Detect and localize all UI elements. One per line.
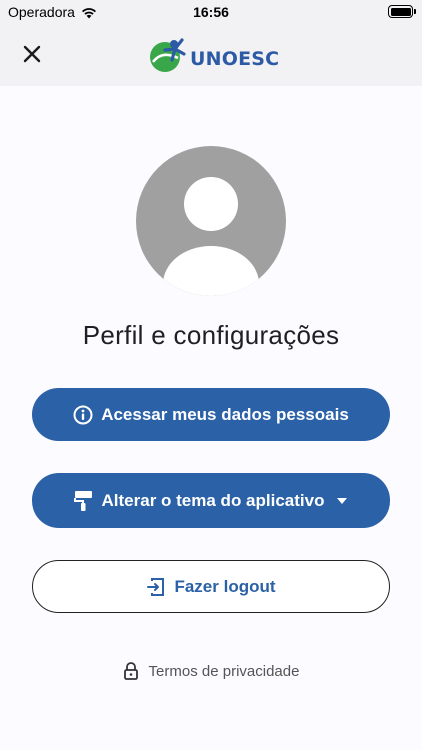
status-bar: Operadora 16:56 [0, 0, 422, 24]
privacy-terms-link[interactable]: Termos de privacidade [0, 662, 422, 680]
close-icon [23, 45, 41, 63]
status-time: 16:56 [193, 4, 229, 20]
unoesc-logo-icon [150, 38, 186, 72]
header: UNOESC [0, 24, 422, 86]
change-theme-label: Alterar o tema do aplicativo [101, 490, 325, 510]
battery-icon [388, 5, 416, 18]
info-icon [73, 405, 93, 425]
page-title: Perfil e configurações [82, 320, 340, 350]
close-button[interactable] [18, 40, 46, 68]
change-theme-button[interactable]: Alterar o tema do aplicativo [32, 473, 390, 528]
logout-icon [146, 577, 166, 597]
brand-name: UNOESC [190, 48, 280, 70]
dropdown-caret-icon [336, 497, 348, 505]
logout-button[interactable]: Fazer logout [32, 560, 390, 613]
avatar-placeholder-icon [136, 146, 286, 296]
lock-icon [123, 662, 138, 680]
personal-data-button[interactable]: Acessar meus dados pessoais [32, 388, 390, 441]
personal-data-label: Acessar meus dados pessoais [101, 404, 349, 424]
privacy-terms-label: Termos de privacidade [148, 662, 300, 680]
paint-roller-icon [73, 490, 94, 512]
brand-logo: UNOESC [148, 36, 279, 74]
logout-label: Fazer logout [174, 576, 276, 596]
